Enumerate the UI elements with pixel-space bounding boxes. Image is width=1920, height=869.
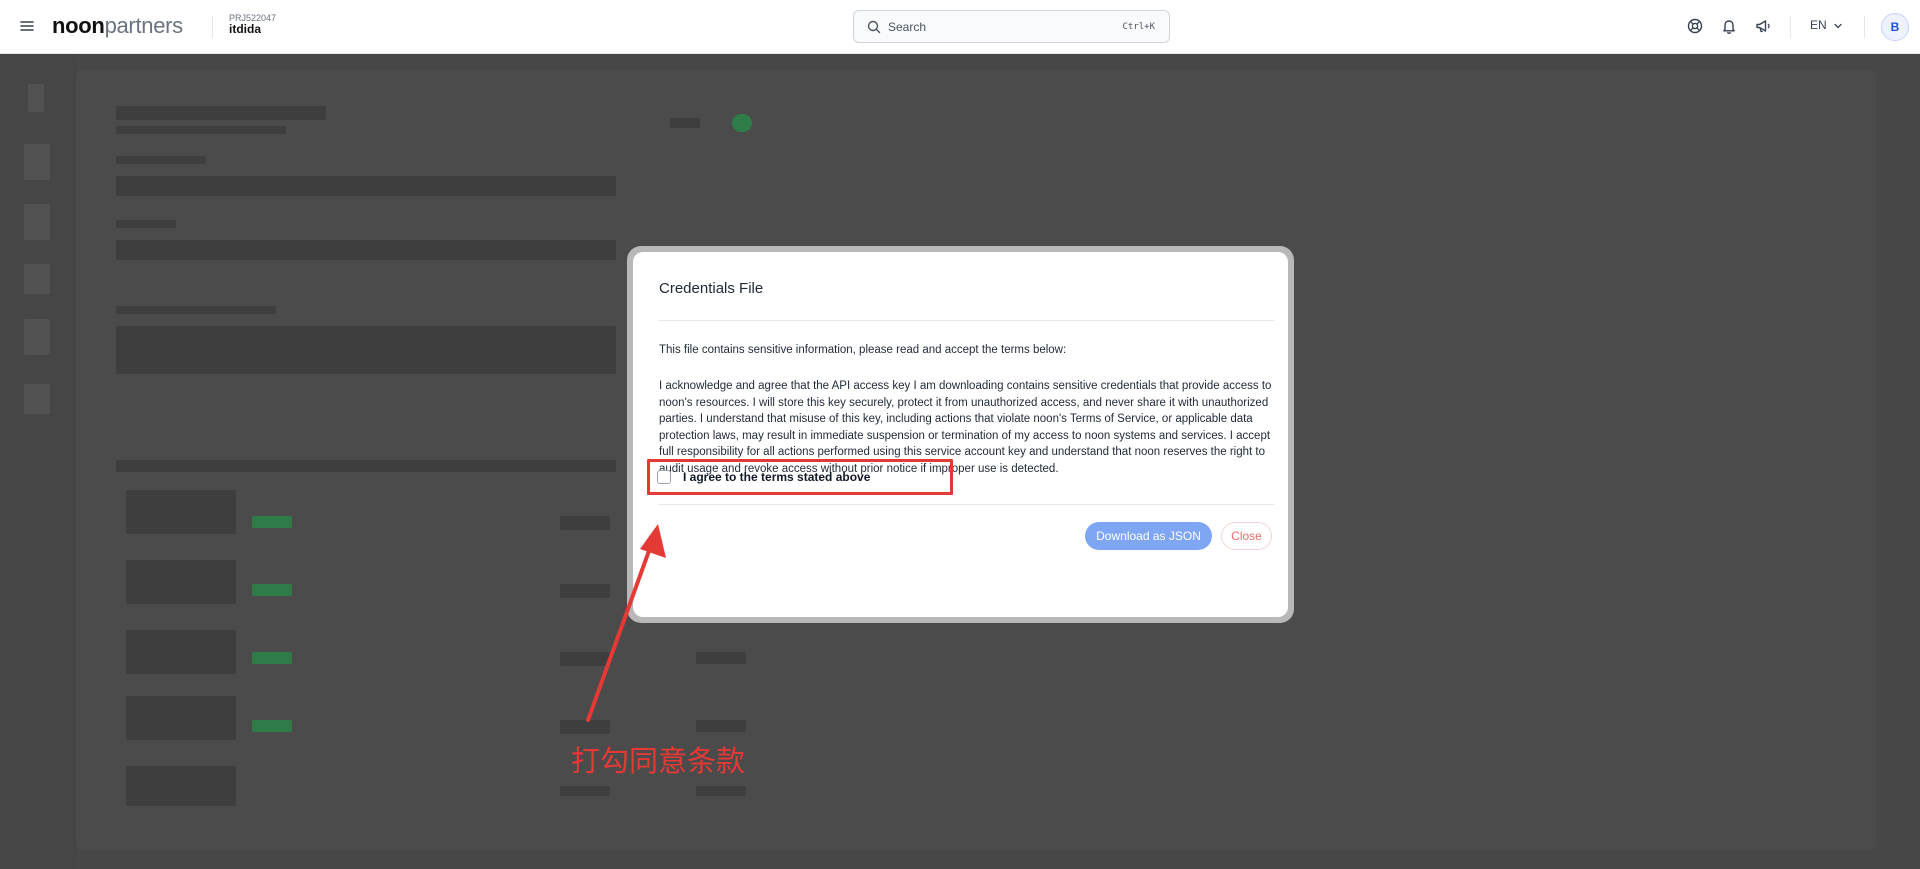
project-switcher[interactable]: PRJ522047 itdida	[229, 13, 276, 37]
header-divider	[1864, 16, 1865, 38]
sidebar-backdrop	[0, 54, 76, 869]
bell-icon[interactable]	[1720, 17, 1738, 35]
dialog-footer-divider	[659, 504, 1274, 505]
search-shortcut: Ctrl+K	[1122, 22, 1155, 32]
dialog-divider	[659, 320, 1274, 321]
close-button[interactable]: Close	[1221, 522, 1272, 550]
search-placeholder: Search	[888, 20, 927, 34]
project-name: itdida	[229, 22, 261, 37]
noon-partners-logo[interactable]: noonpartners	[52, 13, 183, 39]
credentials-dialog-frame: Credentials File This file contains sens…	[627, 246, 1294, 623]
help-icon[interactable]	[1686, 17, 1704, 35]
avatar[interactable]: B	[1881, 13, 1909, 41]
annotation-highlight-box	[647, 459, 953, 495]
chevron-down-icon[interactable]	[1832, 20, 1844, 32]
menu-icon[interactable]	[18, 17, 36, 35]
search-icon	[867, 20, 881, 34]
dialog-intro: This file contains sensitive information…	[659, 344, 1067, 356]
header-divider	[1790, 16, 1791, 38]
language-selector[interactable]: EN	[1810, 18, 1827, 32]
top-navbar: noonpartners PRJ522047 itdida Search Ctr…	[0, 0, 1920, 54]
megaphone-icon[interactable]	[1754, 17, 1772, 35]
download-json-button[interactable]: Download as JSON	[1085, 522, 1212, 550]
header-divider	[212, 16, 213, 38]
credentials-dialog: Credentials File This file contains sens…	[633, 252, 1288, 617]
search-bar[interactable]: Search Ctrl+K	[853, 10, 1170, 43]
dialog-title: Credentials File	[659, 280, 764, 297]
annotation-text: 打勾同意条款	[571, 744, 746, 778]
